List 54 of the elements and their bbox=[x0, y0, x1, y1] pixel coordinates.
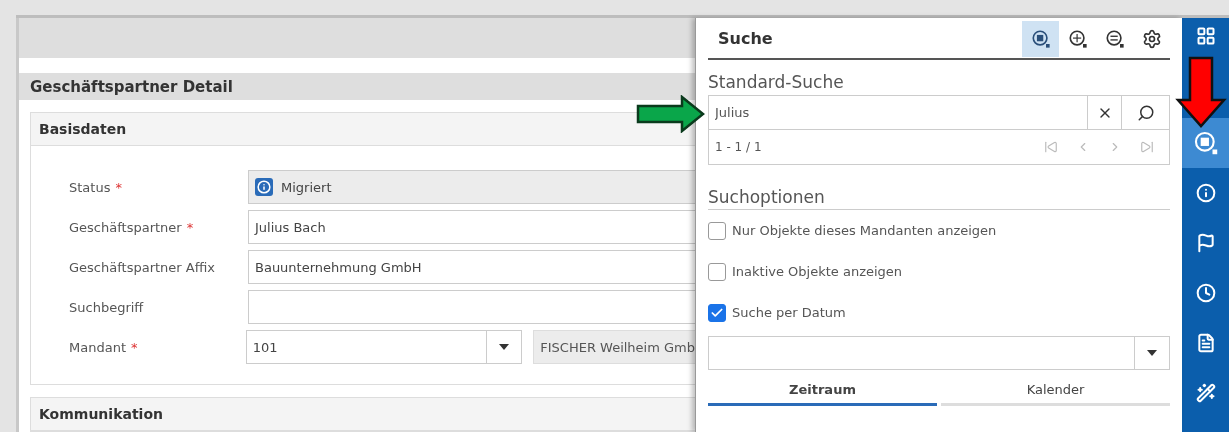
search-icon bbox=[1067, 29, 1088, 49]
client-name-field: FISCHER Weilheim Gmb bbox=[533, 330, 695, 364]
section-title: Basisdaten bbox=[31, 113, 695, 146]
search-icon bbox=[1030, 29, 1051, 49]
search-icon bbox=[1192, 130, 1219, 156]
toolbar-button[interactable] bbox=[1022, 21, 1059, 57]
select-field[interactable]: 101 bbox=[245, 330, 523, 364]
magic-wand-icon bbox=[1195, 383, 1216, 403]
checkbox[interactable] bbox=[708, 262, 726, 281]
caret-icon bbox=[499, 344, 510, 350]
status-value: Migriert bbox=[281, 179, 332, 195]
result-count: 1 - 1 / 1 bbox=[715, 140, 763, 154]
checkbox[interactable] bbox=[708, 221, 726, 240]
flag-icon bbox=[1195, 233, 1216, 253]
info-icon bbox=[255, 178, 273, 196]
checkbox-label: Inaktive Objekte anzeigen bbox=[732, 264, 903, 279]
caret-icon bbox=[1147, 350, 1157, 356]
grid-icon bbox=[1195, 26, 1216, 46]
select-value: 101 bbox=[251, 339, 279, 355]
field-label: Suchbegriff bbox=[69, 299, 144, 315]
document-icon bbox=[1195, 333, 1216, 353]
sidebar-button[interactable] bbox=[1182, 118, 1229, 168]
select-field[interactable] bbox=[708, 336, 1170, 370]
checkbox[interactable] bbox=[708, 303, 726, 322]
arrow-drawing bbox=[636, 95, 706, 133]
field-label: Geschäftspartner Affix bbox=[69, 259, 215, 275]
required-asterisk: * bbox=[115, 179, 122, 195]
required-asterisk: * bbox=[186, 219, 194, 235]
input-field[interactable]: Julius Bach bbox=[248, 210, 695, 244]
checkbox-label: Nur Objekte dieses Mandanten anzeigen bbox=[732, 223, 997, 238]
section-heading: Suchoptionen bbox=[708, 187, 1170, 210]
field-label: Geschäftspartner bbox=[69, 219, 182, 235]
panel-title: Suche bbox=[717, 28, 774, 48]
section-title: Kommunikation bbox=[31, 398, 695, 431]
detail-title: Geschäftspartner Detail bbox=[19, 73, 695, 100]
search-icon bbox=[1104, 29, 1125, 49]
input-field[interactable]: Bauunternehmung GmbH bbox=[248, 250, 695, 284]
required-asterisk: * bbox=[131, 339, 138, 355]
tab[interactable]: Kalender bbox=[941, 378, 1170, 406]
first-icon bbox=[1044, 140, 1058, 154]
checkbox-label: Suche per Datum bbox=[732, 305, 846, 320]
clock-icon bbox=[1195, 283, 1216, 303]
settings-icon bbox=[1141, 29, 1162, 49]
field-label: Status bbox=[69, 179, 111, 195]
search-icon bbox=[1136, 103, 1155, 122]
last-icon bbox=[1140, 140, 1154, 154]
input-field[interactable] bbox=[248, 290, 695, 324]
search-box[interactable]: Julius 1 - 1 / 1 bbox=[708, 95, 1170, 165]
info-icon bbox=[1195, 183, 1216, 203]
field-label: Mandant bbox=[69, 339, 126, 355]
tab[interactable]: Zeitraum bbox=[708, 378, 937, 406]
arrow-drawing bbox=[1175, 56, 1227, 128]
status-field[interactable]: Migriert bbox=[248, 170, 695, 204]
section-heading: Standard-Suche bbox=[708, 72, 845, 92]
